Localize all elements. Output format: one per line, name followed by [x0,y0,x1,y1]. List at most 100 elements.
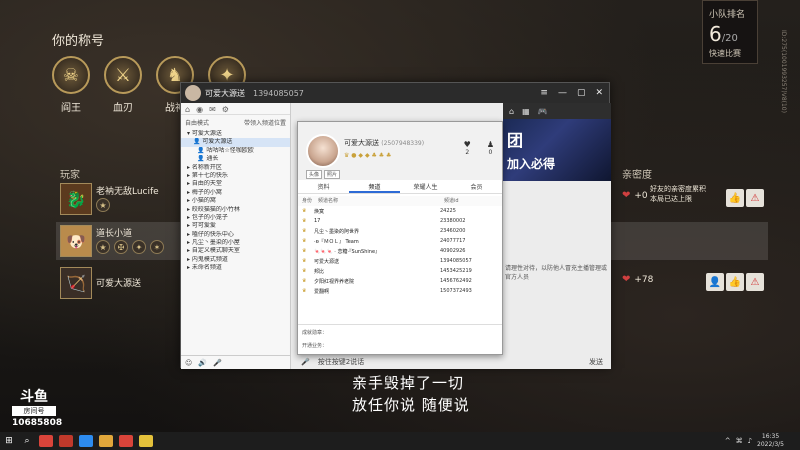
badge-yanwang[interactable]: ☠ 阎王 [52,56,90,114]
game-banner[interactable]: 团 加入必得 [503,119,611,181]
heart-icon: ❤ [622,274,631,285]
like-button[interactable]: 👍 [726,189,744,207]
photo-button[interactable]: 照片 [324,170,341,179]
tab-honors[interactable]: 荣耀人生 [400,182,451,193]
tree-item[interactable]: 👤 咕咕咕☆怪咖欧欧 [181,147,290,155]
search-icon[interactable]: ⌕ [18,432,36,450]
table-row[interactable]: ♛ 爱翻啊 1507372493 [298,288,502,297]
volume-icon[interactable]: ♪ [748,437,752,445]
close-icon[interactable]: ✕ [595,88,603,98]
tree-item[interactable]: ▸ 嗑仔的快乐中心 [181,231,290,239]
person-icon: ♟ [486,140,494,149]
badge-icon: ✠ [114,240,128,254]
report-button[interactable]: ⚠ [746,189,764,207]
window-title-name: 可爱大源送 [205,88,245,98]
table-row[interactable]: ♛ ·ʚ『ＭＯＬ』 Team 24077717 [298,238,502,247]
mode-row: 自由模式 带领入频道位置 [181,115,290,130]
tree-item[interactable]: ▸ 内鬼模式频道 [181,256,290,264]
tree-item[interactable]: ▸ 可可爱爱 [181,222,290,230]
table-row[interactable]: ♛ 凡尘丶墨染的阿世界 23460200 [298,228,502,237]
grid-icon[interactable]: ▦ [522,107,530,116]
player-name: 可爱大源送 [96,279,142,289]
chevron-up-icon[interactable]: ^ [725,437,731,445]
tree-item[interactable]: ▸ 自由的天堂 [181,180,290,188]
tree-item[interactable]: 👤 通长 [181,155,290,163]
gamepad-icon[interactable]: 🎮 [538,107,548,116]
network-icon[interactable]: ⌘ [736,437,743,445]
taskbar-app[interactable] [99,435,113,447]
settings-icon[interactable]: ⚙ [222,105,229,114]
table-row[interactable]: ♛ 夕阳红视界养老院 1456762492 [298,278,502,287]
room-number-label: 房间号 [12,406,56,416]
mode-right-label[interactable]: 带领入频道位置 [244,118,286,127]
badge-name: 阎王 [61,103,81,114]
banner-line-1: 团 [507,131,524,150]
taskbar-app[interactable] [139,435,153,447]
achievement-label: 成就勋章： [302,330,328,336]
maximize-icon[interactable]: ▢ [577,88,586,98]
table-row[interactable]: ♛ 邦比 1453425219 [298,268,502,277]
tree-item[interactable]: ▸ 梅子的小窝 [181,189,290,197]
home-icon[interactable]: ⌂ [185,105,190,114]
game-toolbar: ⌂ ▦ 🎮 [503,103,611,119]
tree-item[interactable]: ▾ 可爱大源送 [181,130,290,138]
windows-start-icon[interactable]: ⊞ [0,432,18,450]
player-name: 老衲无敌Lucife [96,187,159,197]
tree-item[interactable]: ▸ 第十七的快乐 [181,172,290,180]
report-button[interactable]: ⚠ [746,273,764,291]
taskbar-app[interactable] [79,435,93,447]
likes-stat[interactable]: ♥ 2 [464,140,471,156]
tab-profile[interactable]: 资料 [298,182,349,193]
taskbar: ⊞ ⌕ ^ ⌘ ♪ 16:35 2022/3/5 [0,432,800,450]
avatar: 🐉 [60,183,92,215]
avatar[interactable] [185,85,201,101]
col-header: 频道名称 [318,198,339,204]
tree-item[interactable]: ▸ 凡尘丶墨染的小屋 [181,239,290,247]
tab-channels[interactable]: 频道 [349,182,400,193]
tree-item[interactable]: ▸ 自定义模式聊天室 [181,247,290,255]
tab-membership[interactable]: 会员 [451,182,502,193]
table-row[interactable]: ♛ 焕寞 24225 [298,208,502,217]
intimacy-header: 亲密度 [622,170,652,181]
banner-line-2: 加入必得 [507,157,556,171]
add-friend-button[interactable]: 👤 [706,273,724,291]
avatar-button[interactable]: 头像 [306,170,323,179]
tree-item[interactable]: ▸ 皎皎猫猫的小竹林 [181,206,290,214]
tree-item[interactable]: 👤 可爱大源送 [181,138,290,147]
profile-card: 可爱大源送 (2507948339) ♛ ● ◆ ◆ ♣ ♣ ♣ 头像 照片 ♥… [297,121,503,355]
menu-icon[interactable]: ≡ [540,88,548,98]
tree-item[interactable]: ▸ 包子的小笼子 [181,214,290,222]
window-titlebar[interactable]: 可爱大源送 1394085057 ≡ — ▢ ✕ [181,83,609,103]
volume-icon[interactable]: 🔊 [198,359,207,367]
clock[interactable]: 16:35 2022/3/5 [757,433,784,449]
minimize-icon[interactable]: — [558,88,567,98]
profile-name: 可爱大源送 (2507948339) [344,139,425,147]
taskbar-app[interactable] [119,435,133,447]
avatar[interactable] [306,134,340,168]
like-button[interactable]: 👍 [726,273,744,291]
voice-bottom-bar: 🎤 按住按键2说话 发送 [297,355,611,369]
badge-xueren[interactable]: ⚔ 血刃 [104,56,142,114]
table-row[interactable]: ♛ 17 23380002 [298,218,502,227]
tree-item[interactable]: ▸ 名称新开区 [181,164,290,172]
chat-icon[interactable]: ✉ [209,105,216,114]
tree-item[interactable]: ▸ 小猫的窝 [181,197,290,205]
home-icon[interactable]: ⌂ [509,107,514,116]
player-badges: ★ ✠ ✦ ✶ [96,240,164,254]
heart-icon: ♥ [463,140,471,149]
followers-stat[interactable]: ♟ 0 [487,140,494,156]
table-row[interactable]: ♛ 🍬🍬🍬 · 恋糖·『SunShine』 40902926 [298,248,502,257]
taskbar-app[interactable] [39,435,53,447]
profile-stats: ♥ 2 ♟ 0 [464,140,494,156]
service-label: 开通业务： [302,343,328,349]
mic-icon[interactable]: 🎤 [301,358,310,366]
mic-icon[interactable]: 🎤 [213,359,222,367]
rank-value: 6/20 [709,22,738,46]
tree-item[interactable]: ▸ 未命名频道 [181,264,290,272]
avatar-icon[interactable]: ☺ [185,359,192,367]
location-icon[interactable]: ◉ [196,105,203,114]
push-to-talk-label[interactable]: 按住按键2说话 [318,357,364,367]
table-row[interactable]: ♛ 可爱大源送 1394085057 [298,258,502,267]
taskbar-app[interactable] [59,435,73,447]
send-button[interactable]: 发送 [589,357,611,367]
